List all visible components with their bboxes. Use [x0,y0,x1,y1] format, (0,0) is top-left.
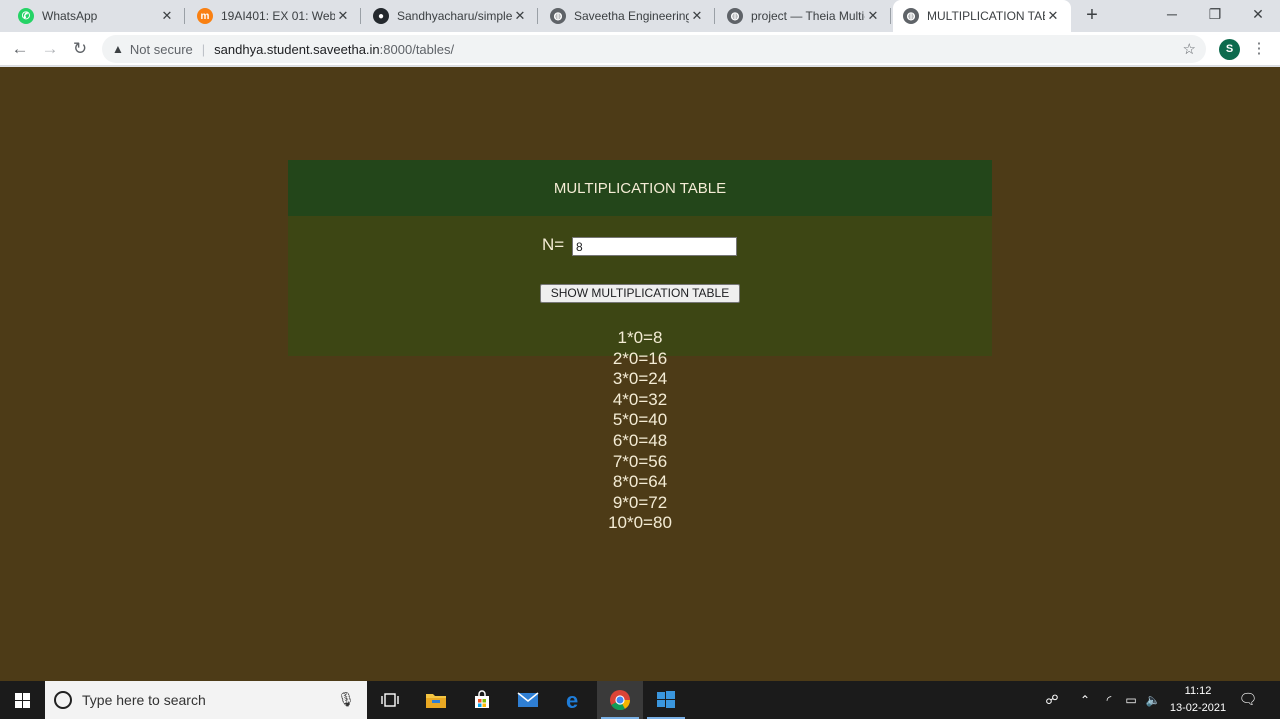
globe-icon: ◍ [550,8,566,24]
store-icon[interactable] [459,681,505,719]
table-panel: MULTIPLICATION TABLE N= SHOW MULTIPLICAT… [288,160,992,356]
tab-close-icon[interactable]: ✕ [689,8,705,24]
tab-2[interactable]: ● Sandhyacharu/simplew ✕ [363,0,538,32]
tab-1[interactable]: m 19AI401: EX 01: Webser✕ [187,0,361,32]
tab-close-icon[interactable]: ✕ [1045,8,1061,24]
tab-title: WhatsApp [42,9,98,23]
address-bar[interactable]: ▲ Not secure | sandhya.student.saveetha.… [102,35,1206,63]
tab-separator [537,8,538,24]
clock-date[interactable]: 13-02-2021 [1168,702,1228,714]
browser-toolbar: ← → ↻ ▲ Not secure | sandhya.student.sav… [0,32,1280,66]
start-button[interactable] [0,681,45,719]
globe-icon: ◍ [903,8,919,24]
mail-icon[interactable] [505,681,551,719]
volume-icon[interactable]: 🔈 [1143,681,1163,719]
url-host[interactable]: sandhya.student.saveetha.in [214,42,380,57]
forward-button[interactable]: → [38,37,62,61]
tab-3[interactable]: ◍ Saveetha Engineering C✕ [540,0,715,32]
wifi-icon[interactable]: ◜ [1100,681,1118,719]
task-view-icon[interactable] [367,681,413,719]
result-row: 8*0=64 [612,472,668,492]
omnibox-divider: | [201,41,206,57]
result-row: 5*0=40 [612,410,668,430]
people-icon[interactable]: ☍ [1042,681,1062,719]
chrome-icon[interactable] [597,681,643,719]
warning-icon[interactable]: ▲ [112,42,124,56]
tab-close-icon[interactable]: ✕ [865,8,881,24]
clock-time[interactable]: 11:12 [1168,685,1228,697]
bookmark-star-icon[interactable]: ☆ [1183,40,1196,58]
n-input[interactable] [572,237,737,256]
result-row: 3*0=24 [612,369,668,389]
taskbar: Type here to search 🎙 e ☍ ⌃ ◜ ▭ 🔈 11:12 … [0,681,1280,719]
result-row: 10*0=80 [608,513,672,533]
result-row: 7*0=56 [612,451,668,471]
tab-title: Sandhyacharu/simplew [397,9,512,23]
window-close-button[interactable]: ✕ [1236,0,1280,30]
tab-separator [714,8,715,24]
file-explorer-icon[interactable] [413,681,459,719]
tab-separator [360,8,361,24]
windows-logo-icon [15,692,30,708]
result-row: 4*0=32 [612,389,668,409]
tab-title: project — Theia Multi-L [751,9,865,23]
url-path[interactable]: :8000/tables/ [380,42,454,57]
search-placeholder: Type here to search [82,692,206,708]
panel-header: MULTIPLICATION TABLE [288,160,992,216]
tab-close-icon[interactable]: ✕ [512,8,528,24]
windows-app-icon[interactable] [643,681,689,719]
tab-5[interactable]: ◍ MULTIPLICATION TABLE✕ [893,0,1071,32]
tab-separator [890,8,891,24]
security-label[interactable]: Not secure [130,42,193,57]
battery-icon[interactable]: ▭ [1121,681,1141,719]
chevron-up-icon[interactable]: ⌃ [1076,681,1094,719]
result-row: 2*0=16 [612,348,668,368]
minimize-button[interactable]: ─ [1150,0,1194,30]
notification-icon[interactable]: 🗨 [1236,681,1260,719]
taskbar-search[interactable]: Type here to search 🎙 [45,681,367,719]
tab-separator [184,8,185,24]
tab-close-icon[interactable]: ✕ [159,8,175,24]
restore-button[interactable]: ❐ [1193,0,1237,30]
back-button[interactable]: ← [8,37,32,61]
github-icon: ● [373,8,389,24]
reload-button[interactable]: ↻ [68,37,92,61]
new-tab-button[interactable]: + [1080,4,1104,28]
tab-close-icon[interactable]: ✕ [335,8,351,24]
page-viewport: MULTIPLICATION TABLE N= SHOW MULTIPLICAT… [0,67,1280,681]
result-row: 9*0=72 [612,492,668,512]
tab-4[interactable]: ◍ project — Theia Multi-L ✕ [717,0,891,32]
cortana-icon [54,691,72,709]
edge-icon[interactable]: e [551,681,597,719]
tab-title: Saveetha Engineering C [574,9,689,23]
result-row: 1*0=8 [617,328,663,347]
globe-icon: ◍ [727,8,743,24]
browser-menu-icon[interactable]: ⋮ [1250,37,1268,61]
svg-text:e: e [566,689,578,711]
tab-0[interactable]: ✆ WhatsApp ✕ [8,0,185,32]
tab-title: 19AI401: EX 01: Webser [221,9,335,23]
tab-strip: ✆WhatsApp✕m19AI401: EX 01: Webser✕●Sandh… [0,0,1280,32]
page-title: MULTIPLICATION TABLE [553,179,727,197]
whatsapp-icon: ✆ [18,8,34,24]
tab-title: MULTIPLICATION TABLE [927,9,1045,23]
profile-avatar[interactable]: S [1219,39,1240,60]
microphone-icon[interactable]: 🎙 [337,691,355,708]
n-label: N= [542,235,565,254]
results-list: 1*0=8 2*0=16 3*0=24 4*0=32 5*0=40 6*0=48 7*0=5… [540,328,740,534]
moodle-icon: m [197,8,213,24]
result-row: 6*0=48 [612,430,668,450]
show-table-button[interactable]: SHOW MULTIPLICATION TABLE [540,284,740,303]
